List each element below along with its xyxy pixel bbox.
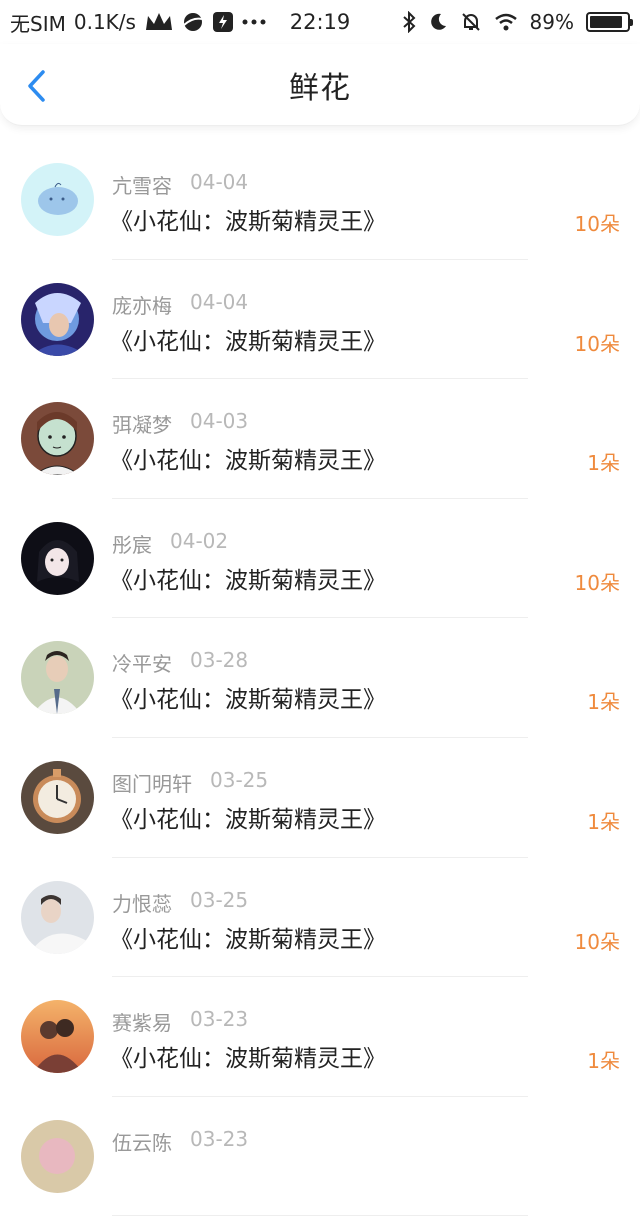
battery-percent: 89%	[529, 10, 574, 34]
back-button[interactable]	[18, 66, 54, 106]
record-date: 04-02	[170, 528, 229, 553]
status-left: 无SIM 0.1K/s	[10, 8, 402, 37]
list-item[interactable]: 亢雪容 04-04 《小花仙：波斯菊精灵王》 10朵	[0, 140, 640, 260]
planet-icon	[182, 11, 204, 33]
flower-count: 1朵	[587, 690, 620, 715]
avatar[interactable]	[21, 1119, 94, 1193]
user-name: 亢雪容	[112, 174, 172, 198]
crown-icon	[144, 10, 174, 34]
page-title: 鲜花	[289, 70, 351, 106]
avatar[interactable]	[21, 521, 94, 595]
status-bar: 无SIM 0.1K/s 22:19 89%	[0, 0, 640, 44]
record-date: 03-23	[190, 1007, 249, 1032]
flower-count: 1朵	[587, 809, 620, 834]
carrier-text: 无SIM	[10, 11, 66, 36]
book-title: 《小花仙：波斯菊精灵王》	[110, 1046, 386, 1073]
book-title: 《小花仙：波斯菊精灵王》	[110, 328, 386, 355]
list-item[interactable]: 图门明轩 03-25 《小花仙：波斯菊精灵王》 1朵	[0, 738, 640, 858]
list-item[interactable]: 弭凝梦 04-03 《小花仙：波斯菊精灵王》 1朵	[0, 379, 640, 499]
list-item[interactable]: 彤宸 04-02 《小花仙：波斯菊精灵王》 10朵	[0, 499, 640, 619]
user-name: 弭凝梦	[112, 413, 172, 438]
flower-count: 10朵	[574, 570, 620, 595]
flower-count: 10朵	[574, 212, 620, 236]
record-date: 04-04	[190, 289, 249, 314]
user-name: 图门明轩	[112, 771, 192, 796]
user-name: 赛紫易	[112, 1011, 172, 1036]
record-date: 03-25	[190, 887, 249, 912]
record-date: 04-03	[190, 409, 249, 434]
user-info: 图门明轩 03-25	[112, 768, 268, 797]
bluetooth-icon	[402, 11, 416, 33]
record-date: 04-04	[190, 170, 249, 194]
flower-record-list: 亢雪容 04-04 《小花仙：波斯菊精灵王》 10朵 庞亦梅 04-04 《小花仙：波斯菊精…	[0, 140, 640, 1216]
user-info: 庞亦梅 04-04	[112, 290, 248, 319]
battery-icon	[586, 12, 633, 32]
muted-bell-icon	[460, 11, 482, 33]
book-title: 《小花仙：波斯菊精灵王》	[110, 209, 386, 235]
user-info: 彤宸 04-02	[112, 529, 228, 558]
user-info: 伍云陈 03-23	[112, 1127, 248, 1156]
flower-count: 1朵	[587, 1049, 620, 1074]
user-name: 力恨蕊	[112, 891, 172, 916]
avatar[interactable]	[21, 760, 94, 834]
record-date: 03-28	[190, 648, 249, 673]
moon-icon	[428, 12, 448, 32]
record-date: 03-23	[190, 1126, 249, 1151]
user-info: 冷平安 03-28	[112, 648, 248, 677]
book-title: 《小花仙：波斯菊精灵王》	[110, 567, 386, 594]
list-item[interactable]: 冷平安 03-28 《小花仙：波斯菊精灵王》 1朵	[0, 618, 640, 738]
flower-count: 1朵	[587, 451, 620, 476]
user-info: 亢雪容 04-04	[112, 170, 248, 199]
user-name: 庞亦梅	[112, 293, 172, 318]
chevron-left-icon	[28, 70, 45, 102]
book-title: 《小花仙：波斯菊精灵王》	[110, 806, 386, 833]
avatar[interactable]	[21, 1000, 94, 1074]
book-title: 《小花仙：波斯菊精灵王》	[110, 448, 386, 475]
avatar[interactable]	[21, 163, 94, 236]
status-right: 89%	[402, 10, 633, 34]
nav-bar: 鲜花	[0, 44, 640, 126]
user-info: 赛紫易 03-23	[112, 1007, 248, 1036]
avatar[interactable]	[21, 641, 94, 715]
user-name: 伍云陈	[112, 1130, 172, 1155]
more-dots-icon	[242, 18, 266, 26]
avatar[interactable]	[21, 402, 94, 476]
flower-count: 10朵	[574, 929, 620, 954]
list-item[interactable]: 力恨蕊 03-25 《小花仙：波斯菊精灵王》 10朵	[0, 858, 640, 978]
user-info: 力恨蕊 03-25	[112, 888, 248, 917]
network-speed: 0.1K/s	[73, 10, 136, 34]
wifi-icon	[494, 12, 518, 32]
bolt-app-icon	[212, 11, 234, 33]
avatar[interactable]	[21, 880, 94, 954]
book-title: 《小花仙：波斯菊精灵王》	[110, 926, 386, 953]
record-date: 03-25	[210, 767, 269, 792]
battery-level	[590, 16, 623, 28]
user-name: 冷平安	[112, 652, 172, 677]
list-item[interactable]: 赛紫易 03-23 《小花仙：波斯菊精灵王》 1朵	[0, 977, 640, 1097]
user-name: 彤宸	[112, 532, 152, 557]
list-item[interactable]: 伍云陈 03-23	[0, 1097, 640, 1216]
avatar[interactable]	[21, 282, 94, 356]
user-info: 弭凝梦 04-03	[112, 409, 248, 438]
flower-count: 10朵	[574, 331, 620, 356]
list-item[interactable]: 庞亦梅 04-04 《小花仙：波斯菊精灵王》 10朵	[0, 260, 640, 380]
book-title: 《小花仙：波斯菊精灵王》	[110, 687, 386, 714]
